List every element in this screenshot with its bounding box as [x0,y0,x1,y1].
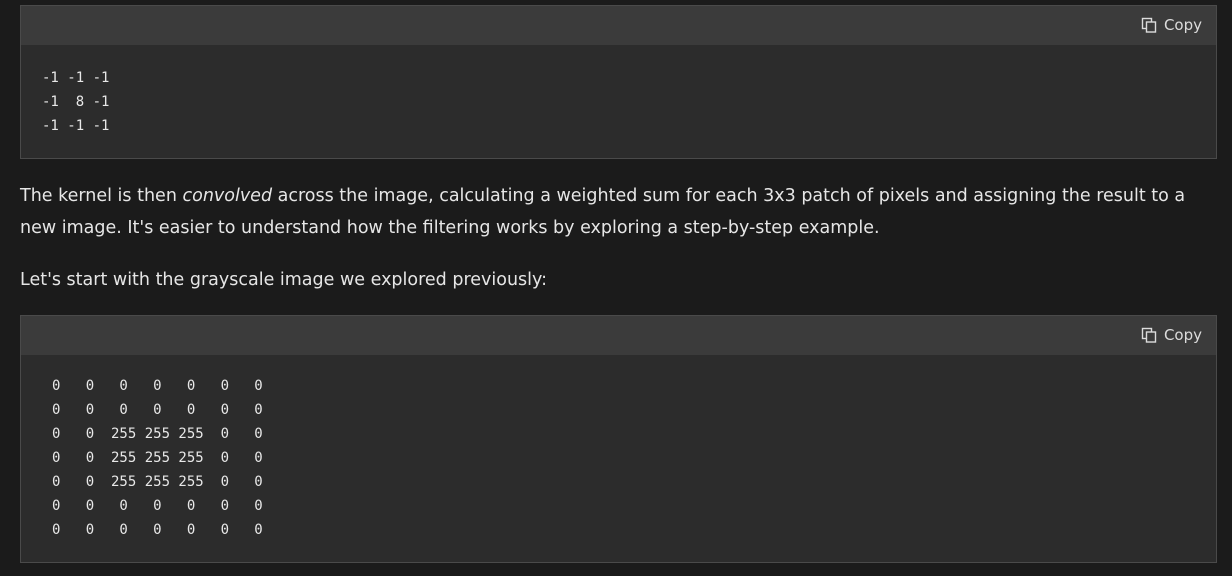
copy-label: Copy [1163,16,1202,34]
paragraph-kernel-explanation: The kernel is then convolved across the … [20,180,1220,244]
copy-icon [1141,327,1157,343]
code-block-header: Copy [21,316,1216,355]
copy-icon [1141,17,1157,33]
code-block-kernel: Copy -1 -1 -1 -1 8 -1 -1 -1 -1 [20,5,1217,159]
emphasis-text: convolved [182,186,273,206]
paragraph-text: The kernel is then [20,186,183,206]
copy-button[interactable]: Copy [1141,326,1202,344]
page: Copy -1 -1 -1 -1 8 -1 -1 -1 -1 The kerne… [0,0,1232,576]
copy-button[interactable]: Copy [1141,16,1202,34]
code-content: 0 0 0 0 0 0 0 0 0 0 0 0 0 0 0 0 255 255 … [52,378,263,538]
code-block-image: Copy 0 0 0 0 0 0 0 0 0 0 0 0 0 0 0 0 255… [20,315,1217,563]
copy-label: Copy [1163,326,1202,344]
code-content: -1 -1 -1 -1 8 -1 -1 -1 -1 [42,70,110,134]
code-block-header: Copy [21,6,1216,45]
paragraph-intro: Let's start with the grayscale image we … [20,270,548,290]
